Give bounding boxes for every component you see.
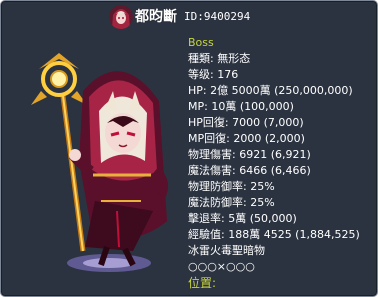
- stat-exp: 經驗值: 188萬 4525 (1,884,525): [188, 228, 360, 241]
- monster-info-tooltip: 都昀斷 ID:9400294 Boss 種類: 無形态 等级: 176 HP: …: [0, 0, 378, 297]
- stat-magic-damage: 魔法傷害: 6466 (6,466): [188, 164, 311, 177]
- stat-hp-recovery: HP回復: 7000 (7,000): [188, 116, 304, 129]
- monster-portrait-icon: [109, 5, 133, 29]
- stat-magic-defense: 魔法防御率: 25%: [188, 196, 275, 209]
- stat-knockback: 擊退率: 5萬 (50,000): [188, 212, 297, 225]
- stat-type: 種類: 無形态: [188, 52, 251, 65]
- stat-mp: MP: 10萬 (100,000): [188, 100, 294, 113]
- element-names: 冰雷火毒聖暗物: [188, 244, 265, 257]
- stat-hp: HP: 2億 5000萬 (250,000,000): [188, 84, 353, 97]
- location-label: 位置:: [188, 276, 217, 290]
- element-weakness-marks: ○○○×○○○: [188, 260, 255, 273]
- stat-physical-defense: 物理防御率: 25%: [188, 180, 275, 193]
- monster-stats-list: Boss 種類: 無形态 等级: 176 HP: 2億 5000萬 (250,0…: [188, 35, 373, 291]
- boss-label: Boss: [188, 36, 214, 49]
- monster-name: 都昀斷: [135, 9, 177, 25]
- stat-physical-damage: 物理傷害: 6921 (6,921): [188, 148, 311, 161]
- stat-level: 等级: 176: [188, 68, 239, 81]
- monster-id: ID:9400294: [184, 10, 251, 23]
- tooltip-header: 都昀斷 ID:9400294: [1, 1, 377, 31]
- stat-mp-recovery: MP回復: 2000 (2,000): [188, 132, 305, 145]
- boss-monster-sprite-icon: [21, 51, 181, 281]
